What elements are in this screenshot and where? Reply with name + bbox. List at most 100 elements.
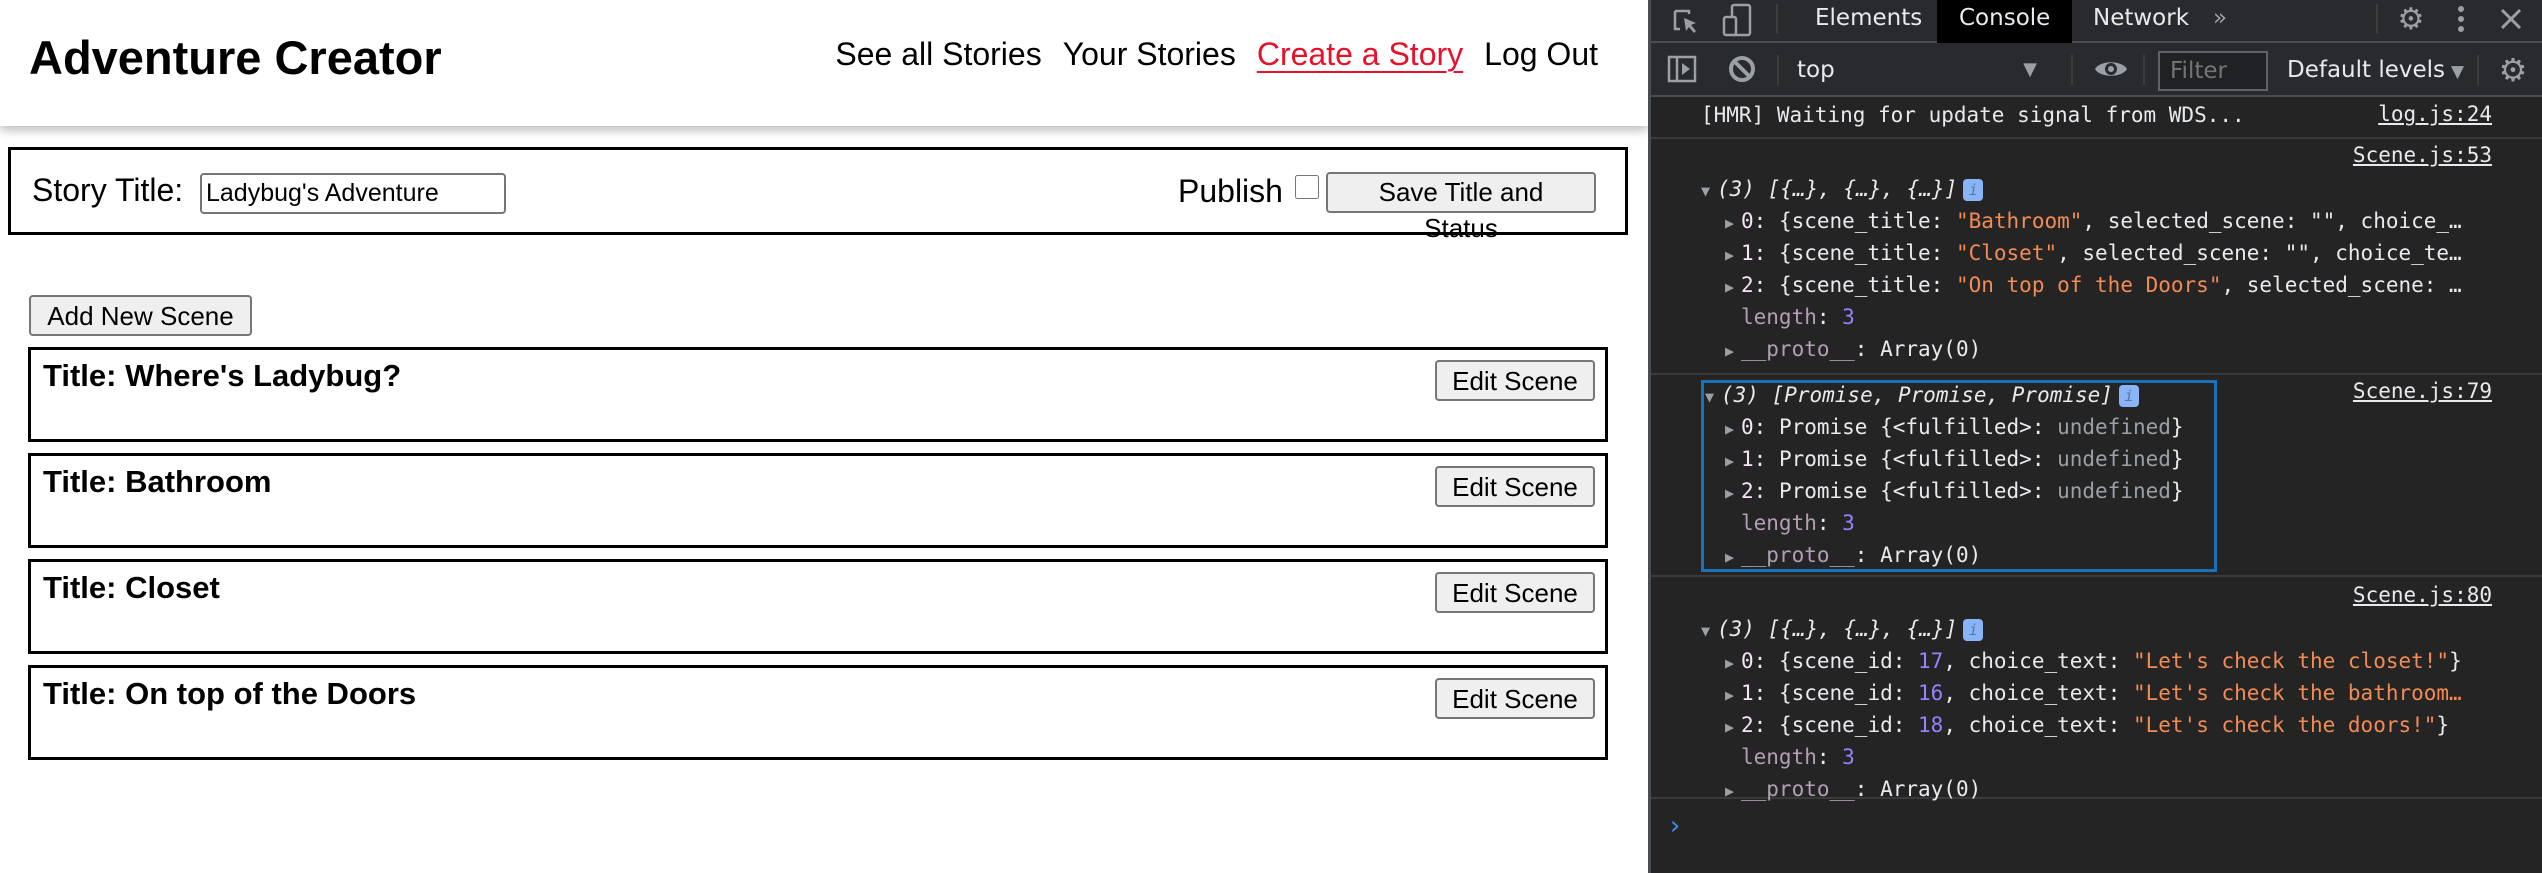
- console-message: Scene.js:80 ▼ (3) [{…}, {…}, {…}] i ▶ 0: {s…: [1651, 577, 2542, 801]
- edit-scene-button[interactable]: Edit Scene: [1435, 360, 1595, 401]
- array-entry[interactable]: ▶ 1: {scene_title: "Closet", selected_sce…: [1725, 237, 2462, 269]
- console-settings-gear-icon[interactable]: ⚙: [2493, 51, 2533, 89]
- more-tabs-icon[interactable]: »: [2191, 0, 2249, 43]
- live-expression-icon[interactable]: [2091, 53, 2131, 85]
- source-link[interactable]: Scene.js:53: [2353, 143, 2492, 167]
- main-nav: See all Stories Your Stories Create a St…: [835, 36, 1598, 73]
- info-icon: i: [1963, 179, 1984, 201]
- scene-card: Title: Where's Ladybug? Edit Scene: [28, 347, 1608, 442]
- edit-scene-button[interactable]: Edit Scene: [1435, 678, 1595, 719]
- add-new-scene-button[interactable]: Add New Scene: [29, 295, 252, 336]
- array-entry[interactable]: ▶ 1: {scene_id: 16, choice_text: "Let's c…: [1725, 677, 2462, 709]
- edit-scene-button[interactable]: Edit Scene: [1435, 466, 1595, 507]
- collapsed-triangle-icon: ▶: [1725, 214, 1735, 232]
- console-output: [HMR] Waiting for update signal from WDS…: [1651, 97, 2542, 873]
- toolbar-divider: [2143, 55, 2145, 85]
- collapsed-triangle-icon: ▶: [1725, 420, 1735, 438]
- console-message: Scene.js:79 ▼ (3) [Promise, Promise, Prom…: [1651, 375, 2542, 577]
- scene-title: Title: Where's Ladybug?: [43, 358, 402, 393]
- array-entry[interactable]: ▶ 0: Promise {<fulfilled>: undefined}: [1725, 411, 2184, 443]
- log-levels-label: Default levels: [2287, 57, 2446, 83]
- array-summary[interactable]: ▼ (3) [{…}, {…}, {…}] i: [1701, 173, 1984, 205]
- console-prompt-row[interactable]: ›: [1651, 799, 2542, 859]
- collapsed-triangle-icon: ▶: [1725, 278, 1735, 296]
- source-link[interactable]: Scene.js:80: [2353, 583, 2492, 607]
- inspect-element-icon[interactable]: [1669, 6, 1703, 38]
- info-icon: i: [1963, 619, 1984, 641]
- kebab-menu-icon[interactable]: [2446, 2, 2476, 36]
- scene-card: Title: Closet Edit Scene: [28, 559, 1608, 654]
- array-length: length: 3: [1741, 305, 1855, 329]
- array-summary[interactable]: ▼ (3) [Promise, Promise, Promise] i: [1705, 379, 2139, 411]
- collapsed-triangle-icon: ▶: [1725, 654, 1735, 672]
- story-title-form: Story Title: Publish Save Title and Stat…: [8, 147, 1628, 243]
- source-link[interactable]: log.js:24: [2378, 102, 2492, 126]
- console-filter-input[interactable]: [2158, 51, 2268, 91]
- array-entry[interactable]: ▶ 2: {scene_id: 18, choice_text: "Let's c…: [1725, 709, 2449, 741]
- array-length: length: 3: [1741, 511, 1855, 535]
- brand-title: Adventure Creator: [29, 31, 442, 84]
- devtools-tab-bar: Elements Console Network » ⚙: [1651, 0, 2542, 43]
- toolbar-divider: [2376, 4, 2378, 34]
- scene-title: Title: Bathroom: [43, 464, 272, 499]
- nav-create-a-story[interactable]: Create a Story: [1257, 36, 1463, 73]
- array-entry[interactable]: ▶ 2: {scene_title: "On top of the Doors",…: [1725, 269, 2462, 301]
- tab-console[interactable]: Console: [1937, 0, 2073, 43]
- save-title-and-status-button[interactable]: Save Title and Status: [1326, 172, 1596, 243]
- tab-elements[interactable]: Elements: [1793, 0, 1944, 43]
- console-message: [HMR] Waiting for update signal from WDS…: [1651, 97, 2542, 139]
- clear-console-icon[interactable]: [1725, 53, 1759, 85]
- source-link[interactable]: Scene.js:79: [2353, 379, 2492, 403]
- nav-see-all-stories[interactable]: See all Stories: [835, 36, 1041, 73]
- toolbar-divider: [2477, 55, 2479, 85]
- array-length: length: 3: [1741, 745, 1855, 769]
- collapsed-triangle-icon: ▶: [1725, 246, 1735, 264]
- web-app: Adventure Creator See all Stories Your S…: [0, 0, 1648, 873]
- scene-card: Title: On top of the Doors Edit Scene: [28, 665, 1608, 760]
- toolbar-divider: [1777, 55, 1779, 85]
- dropdown-arrow-icon: ▼: [2023, 59, 2037, 80]
- nav-your-stories[interactable]: Your Stories: [1063, 36, 1236, 73]
- array-entry[interactable]: ▶ 0: {scene_title: "Bathroom", selected_s…: [1725, 205, 2462, 237]
- scene-card: Title: Bathroom Edit Scene: [28, 453, 1608, 548]
- log-levels-dropdown[interactable]: Default levels ▼: [2287, 51, 2464, 91]
- story-title-input[interactable]: [200, 173, 506, 214]
- nav-log-out[interactable]: Log Out: [1484, 36, 1598, 73]
- console-message: Scene.js:53 ▼ (3) [{…}, {…}, {…}] i ▶ 0: {s…: [1651, 139, 2542, 375]
- array-entry[interactable]: ▶ 2: Promise {<fulfilled>: undefined}: [1725, 475, 2184, 507]
- collapsed-triangle-icon: ▶: [1725, 718, 1735, 736]
- array-summary[interactable]: ▼ (3) [{…}, {…}, {…}] i: [1701, 613, 1984, 645]
- collapsed-triangle-icon: ▶: [1725, 484, 1735, 502]
- scene-title: Title: Closet: [43, 570, 220, 605]
- execution-context-value: top: [1797, 57, 1835, 83]
- collapsed-triangle-icon: ▶: [1725, 342, 1735, 360]
- expanded-triangle-icon: ▼: [1701, 182, 1711, 200]
- story-title-label: Story Title:: [32, 172, 184, 208]
- execution-context-select[interactable]: top ▼: [1797, 51, 2037, 89]
- device-toolbar-icon[interactable]: [1721, 2, 1755, 38]
- sidebar-toggle-icon[interactable]: [1665, 53, 1699, 85]
- collapsed-triangle-icon: ▶: [1725, 686, 1735, 704]
- info-icon: i: [2118, 385, 2139, 407]
- array-entry[interactable]: ▶ 1: Promise {<fulfilled>: undefined}: [1725, 443, 2184, 475]
- gear-icon[interactable]: ⚙: [2391, 2, 2431, 37]
- console-prompt-icon: ›: [1667, 811, 1683, 841]
- toolbar-divider: [2071, 55, 2073, 85]
- dropdown-arrow-icon: ▼: [2451, 62, 2465, 82]
- scene-title: Title: On top of the Doors: [43, 676, 417, 711]
- array-entry[interactable]: ▶ 0: {scene_id: 17, choice_text: "Let's c…: [1725, 645, 2462, 677]
- publish-label: Publish: [1178, 173, 1283, 209]
- close-icon[interactable]: [2491, 2, 2531, 36]
- console-toolbar: top ▼ Default levels▼ ⚙: [1651, 43, 2542, 97]
- devtools-panel: Elements Console Network » ⚙ top ▼ Filte…: [1648, 0, 2542, 873]
- edit-scene-button[interactable]: Edit Scene: [1435, 572, 1595, 613]
- toolbar-divider: [1776, 4, 1778, 34]
- collapsed-triangle-icon: ▶: [1725, 548, 1735, 566]
- app-header: Adventure Creator See all Stories Your S…: [0, 0, 1648, 126]
- array-proto[interactable]: ▶ __proto__: Array(0): [1725, 539, 1981, 571]
- array-proto[interactable]: ▶ __proto__: Array(0): [1725, 333, 1981, 365]
- expanded-triangle-icon: ▼: [1705, 388, 1715, 406]
- expanded-triangle-icon: ▼: [1701, 622, 1711, 640]
- collapsed-triangle-icon: ▶: [1725, 452, 1735, 470]
- publish-checkbox[interactable]: [1295, 175, 1319, 199]
